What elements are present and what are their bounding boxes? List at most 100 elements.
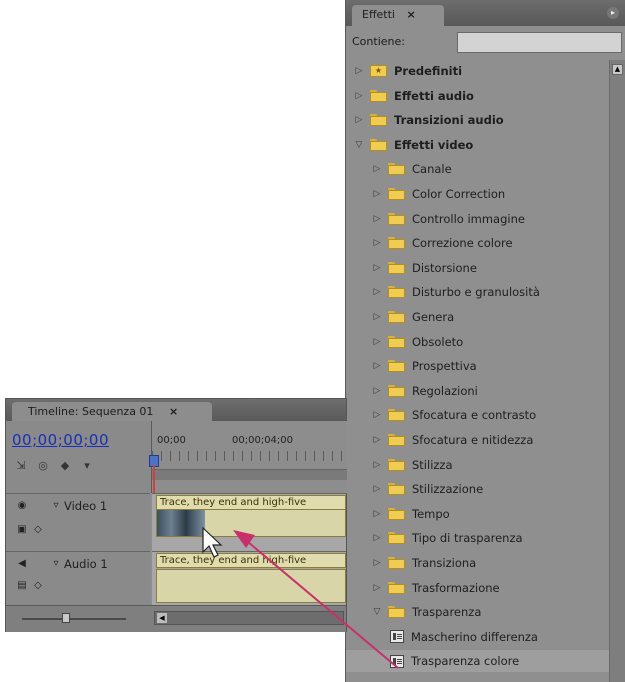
folder-icon (388, 458, 405, 471)
collapsed-triangle-icon[interactable]: ▷ (372, 263, 382, 273)
collapsed-triangle-icon[interactable]: ▷ (372, 484, 382, 494)
collapsed-triangle-icon[interactable]: ▷ (372, 238, 382, 248)
folder-icon (388, 286, 405, 299)
timeline-panel: Timeline: Sequenza 01 × 00;00;00;00 ⇲ ◎ … (5, 398, 347, 632)
effects-tree-item[interactable]: ▷ Stilizza (346, 454, 625, 476)
collapsed-triangle-icon[interactable]: ▷ (372, 533, 382, 543)
effects-tree-item[interactable]: ▷ Obsoleto (346, 331, 625, 353)
collapsed-triangle-icon[interactable]: ▷ (372, 509, 382, 519)
video-track-header: ◉ ▿ Video 1 ▣ ◇ (6, 493, 150, 551)
collapse-triangle-icon[interactable]: ▿ (50, 500, 62, 511)
keyframe-toggle-icon[interactable]: ◇ (32, 580, 44, 591)
keyframe-icon[interactable]: ◆ (58, 459, 72, 473)
expanded-triangle-icon[interactable]: ▽ (354, 140, 364, 150)
scroll-up-icon[interactable]: ▲ (612, 64, 623, 75)
effects-tree-item[interactable]: Mascherino differenza (346, 626, 625, 648)
effects-tab[interactable]: Effetti × (352, 5, 444, 26)
video-thumbnail (157, 510, 205, 536)
folder-icon (388, 606, 405, 619)
effects-tree-item[interactable]: ▷ Distorsione (346, 257, 625, 279)
marker-icon[interactable]: ◎ (36, 459, 50, 473)
effects-tree-item-label: Canale (412, 162, 452, 177)
effects-tree-item[interactable]: ▷ ★ Predefiniti (346, 60, 616, 82)
collapsed-triangle-icon[interactable]: ▷ (372, 189, 382, 199)
add-marker-icon[interactable]: ▾ (80, 459, 94, 473)
effects-tree-item[interactable]: ▷ Correzione colore (346, 232, 625, 254)
effects-tree-item[interactable]: ▽ Trasparenza (346, 601, 625, 623)
effects-tree-item-label: Stilizza (412, 457, 453, 472)
effects-tree-item[interactable]: ▷ Disturbo e granulosità (346, 281, 625, 303)
effects-tree-item[interactable]: ▷ Stilizzazione (346, 478, 625, 500)
effects-tree-item[interactable]: ▷ Transiziona (346, 552, 625, 574)
effects-tree-item-label: Trasformazione (412, 580, 500, 595)
close-icon[interactable]: × (169, 405, 178, 418)
collapsed-triangle-icon[interactable]: ▷ (354, 66, 364, 76)
display-style-icon[interactable]: ▤ (16, 580, 28, 591)
collapsed-triangle-icon[interactable]: ▷ (372, 214, 382, 224)
time-ruler[interactable]: 00;00 00;00;04;00 (151, 421, 347, 493)
collapsed-triangle-icon[interactable]: ▷ (372, 386, 382, 396)
expanded-triangle-icon[interactable]: ▽ (372, 607, 382, 617)
effects-scrollbar[interactable]: ▲ (609, 60, 625, 682)
effects-tree-item-label: Distorsione (412, 260, 477, 275)
effects-tree-item[interactable]: ▷ Sfocatura e contrasto (346, 404, 625, 426)
effects-tree-item-label: Transizioni audio (394, 113, 504, 128)
display-style-icon[interactable]: ▣ (16, 524, 28, 535)
collapsed-triangle-icon[interactable]: ▷ (372, 361, 382, 371)
contains-label: Contiene: (352, 35, 405, 48)
collapsed-triangle-icon[interactable]: ▷ (372, 435, 382, 445)
video-track-name: Video 1 (64, 499, 108, 513)
audio-clip[interactable] (156, 569, 346, 603)
folder-icon (388, 557, 405, 569)
folder-icon (370, 138, 387, 151)
folder-icon (388, 163, 405, 176)
effects-tree-item-label: Tempo (412, 506, 450, 521)
audio-clip-title[interactable]: Trace, they end and high-five (156, 553, 346, 568)
collapse-triangle-icon[interactable]: ▿ (50, 558, 62, 569)
zoom-slider-knob[interactable] (62, 613, 70, 623)
scroll-left-icon[interactable]: ◀ (157, 613, 167, 623)
collapsed-triangle-icon[interactable]: ▷ (372, 460, 382, 470)
effects-tab-label: Effetti (362, 8, 395, 21)
video-clip-title[interactable]: Trace, they end and high-five (156, 495, 346, 510)
folder-icon (388, 335, 405, 348)
effects-tree-item[interactable]: ▷ Tempo (346, 503, 625, 525)
keyframe-toggle-icon[interactable]: ◇ (32, 524, 44, 535)
panel-menu-icon[interactable]: ▸ (607, 7, 619, 19)
effects-tree-item[interactable]: ▷ Sfocatura e nitidezza (346, 429, 625, 451)
effects-tree-item[interactable]: ▷ Genera (346, 306, 625, 328)
video-clip[interactable] (156, 509, 346, 537)
speaker-icon[interactable]: ◀ (16, 558, 28, 569)
effects-tree-item[interactable]: ▷ Controllo immagine (346, 208, 625, 230)
collapsed-triangle-icon[interactable]: ▷ (372, 337, 382, 347)
effects-search-input[interactable] (457, 32, 622, 53)
eye-icon[interactable]: ◉ (16, 500, 28, 511)
effects-tree-item[interactable]: ▽ Effetti video (346, 134, 616, 156)
collapsed-triangle-icon[interactable]: ▷ (372, 583, 382, 593)
effects-tree-item[interactable]: ▷ Canale (346, 158, 625, 180)
collapsed-triangle-icon[interactable]: ▷ (354, 91, 364, 101)
effects-tree-item[interactable]: Trasparenza colore (346, 650, 625, 673)
collapsed-triangle-icon[interactable]: ▷ (372, 312, 382, 322)
collapsed-triangle-icon[interactable]: ▷ (354, 115, 364, 125)
collapsed-triangle-icon[interactable]: ▷ (372, 287, 382, 297)
timecode-display[interactable]: 00;00;00;00 (12, 431, 109, 449)
effects-tree-item-label: Controllo immagine (412, 211, 525, 226)
effects-tree-item[interactable]: ▷ Regolazioni (346, 380, 625, 402)
timeline-scrollbar[interactable]: ◀ (154, 611, 344, 625)
effects-tree-item[interactable]: ▷ Prospettiva (346, 355, 625, 377)
collapsed-triangle-icon[interactable]: ▷ (372, 410, 382, 420)
collapsed-triangle-icon[interactable]: ▷ (372, 558, 382, 568)
work-area-bar[interactable] (152, 469, 347, 480)
effects-tree-item[interactable]: ▷ Transizioni audio (346, 109, 616, 131)
close-icon[interactable]: × (406, 8, 415, 21)
effects-tree-item-label: Correzione colore (412, 236, 513, 251)
effects-tree-item[interactable]: ▷ Tipo di trasparenza (346, 527, 625, 549)
effects-tree-item[interactable]: ▷ Color Correction (346, 183, 625, 205)
timeline-tab[interactable]: Timeline: Sequenza 01 × (12, 402, 212, 421)
effects-tree-item[interactable]: ▷ Trasformazione (346, 577, 625, 599)
snap-icon[interactable]: ⇲ (14, 459, 28, 473)
zoom-slider[interactable] (22, 613, 126, 623)
effects-tree-item[interactable]: ▷ Effetti audio (346, 85, 616, 107)
collapsed-triangle-icon[interactable]: ▷ (372, 164, 382, 174)
